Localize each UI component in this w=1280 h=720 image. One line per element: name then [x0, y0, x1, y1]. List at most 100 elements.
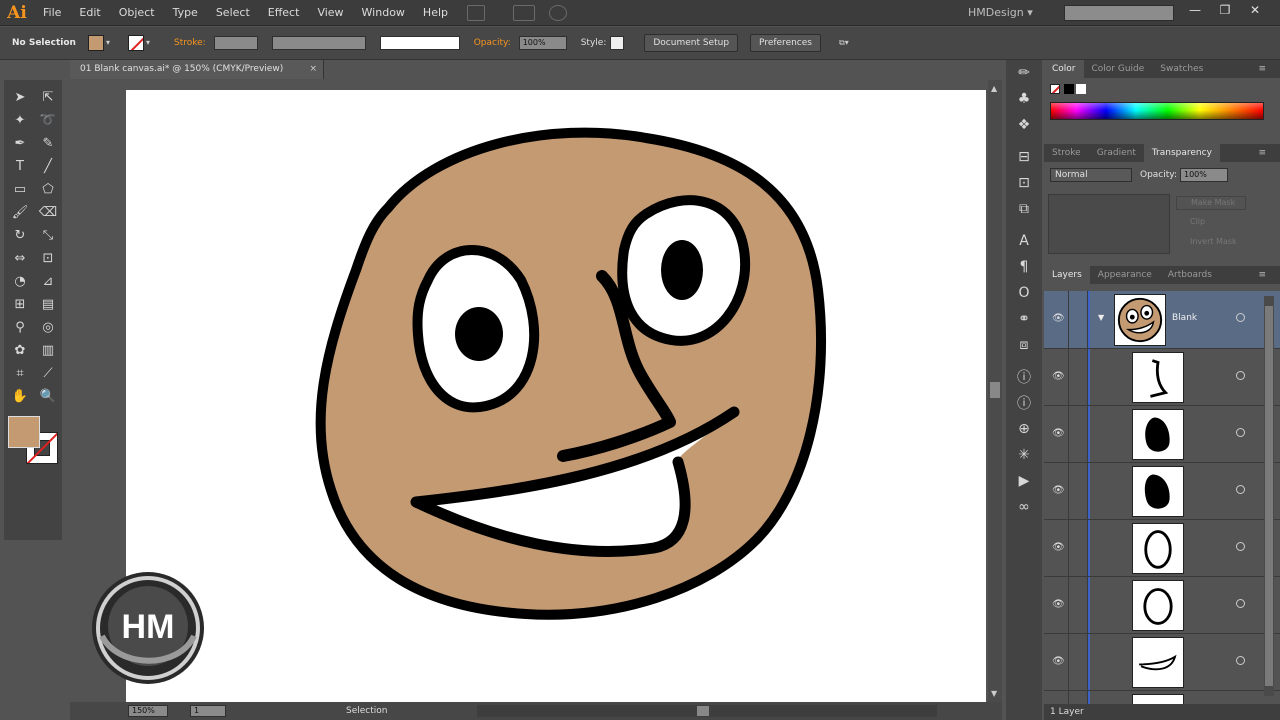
variable-width-field[interactable]: [271, 36, 366, 50]
make-mask-button[interactable]: Make Mask: [1176, 196, 1246, 210]
layer-row-blank[interactable]: 👁 ▼ Blank: [1044, 291, 1280, 349]
expand-triangle-icon[interactable]: ▼: [1098, 313, 1104, 322]
panel-menu-icon[interactable]: ≡: [1250, 60, 1274, 78]
lock-column[interactable]: [1068, 691, 1088, 705]
brush-definition-field[interactable]: [379, 36, 460, 50]
menu-file[interactable]: File: [34, 0, 70, 26]
perspective-icon[interactable]: ⊿: [34, 270, 62, 293]
target-circle-icon[interactable]: [1236, 656, 1245, 665]
tab-color-guide[interactable]: Color Guide: [1084, 60, 1153, 78]
line-icon[interactable]: ╱: [34, 155, 62, 178]
menu-object[interactable]: Object: [110, 0, 164, 26]
scale-icon[interactable]: ⤡: [34, 224, 62, 247]
layers-scroll-thumb[interactable]: [1265, 306, 1273, 686]
graphic-style-swatch[interactable]: [610, 36, 625, 50]
scroll-down-icon[interactable]: ▼: [991, 689, 997, 698]
target-circle-icon[interactable]: [1236, 371, 1245, 380]
arrange-documents-icon[interactable]: [513, 4, 535, 21]
tab-swatches[interactable]: Swatches: [1152, 60, 1211, 78]
image-trace-icon[interactable]: ⧈: [1006, 332, 1042, 358]
blend-mode-select[interactable]: Normal: [1050, 168, 1132, 182]
visibility-eye-icon[interactable]: 👁: [1052, 485, 1065, 496]
none-swatch[interactable]: [1050, 84, 1060, 94]
opacity-field[interactable]: 100%: [518, 36, 567, 50]
document-info-icon[interactable]: ⓘ: [1006, 390, 1042, 416]
help-search-input[interactable]: [1064, 5, 1174, 21]
visibility-eye-icon[interactable]: 👁: [1052, 656, 1065, 667]
gradient-icon[interactable]: ▤: [34, 293, 62, 316]
lock-column[interactable]: [1068, 520, 1088, 576]
graphic-styles-icon[interactable]: ❖: [1006, 112, 1042, 138]
links-icon[interactable]: ⚭: [1006, 306, 1042, 332]
links-chain-icon[interactable]: ∞: [1006, 494, 1042, 520]
visibility-eye-icon[interactable]: 👁: [1052, 371, 1065, 382]
graph-icon[interactable]: ▥: [34, 339, 62, 362]
tab-appearance[interactable]: Appearance: [1090, 266, 1160, 284]
canvas-horizontal-scrollbar[interactable]: [477, 705, 938, 717]
lock-column[interactable]: [1068, 406, 1088, 462]
visibility-eye-icon[interactable]: 👁: [1052, 542, 1065, 553]
brushes-icon[interactable]: ✏: [1006, 60, 1042, 86]
menu-view[interactable]: View: [308, 0, 352, 26]
panel-menu-icon[interactable]: ≡: [1250, 144, 1274, 162]
lock-column[interactable]: [1068, 349, 1088, 405]
visibility-eye-icon[interactable]: 👁: [1052, 599, 1065, 610]
width-icon[interactable]: ⇔: [6, 247, 34, 270]
close-tab-icon[interactable]: ×: [309, 60, 317, 79]
fill-dropdown-icon[interactable]: ▾: [106, 35, 114, 51]
color-spectrum[interactable]: [1050, 102, 1264, 120]
menu-help[interactable]: Help: [414, 0, 457, 26]
workspace-switcher[interactable]: HMDesign ▾: [968, 0, 1033, 26]
menu-window[interactable]: Window: [353, 0, 414, 26]
transform-icon[interactable]: ⊡: [1006, 170, 1042, 196]
opacity-field[interactable]: 100%: [1180, 168, 1228, 182]
eraser-icon[interactable]: ⌫: [34, 201, 62, 224]
target-circle-icon[interactable]: [1236, 428, 1245, 437]
target-circle-icon[interactable]: [1236, 313, 1245, 322]
fill-color-box[interactable]: [8, 416, 40, 448]
artboard-navigator[interactable]: 1: [190, 705, 226, 717]
layer-name[interactable]: Blank: [1172, 313, 1197, 323]
opacity-label[interactable]: Opacity:: [474, 38, 511, 48]
close-window-button[interactable]: ✕: [1240, 0, 1270, 22]
target-circle-icon[interactable]: [1236, 599, 1245, 608]
menu-select[interactable]: Select: [207, 0, 259, 26]
layers-scrollbar[interactable]: [1264, 296, 1274, 696]
left-pupil[interactable]: [455, 307, 503, 361]
black-swatch[interactable]: [1064, 84, 1074, 94]
stroke-label[interactable]: Stroke:: [174, 38, 206, 48]
panel-menu-icon[interactable]: ≡: [1250, 266, 1274, 284]
artboard[interactable]: [126, 90, 986, 702]
sublayer-row[interactable]: 👁: [1044, 349, 1280, 406]
direct-selection-icon[interactable]: ⇱: [34, 86, 62, 109]
actions-icon[interactable]: ▶: [1006, 468, 1042, 494]
lock-column[interactable]: [1068, 577, 1088, 633]
shape-builder-icon[interactable]: ◔: [6, 270, 34, 293]
hand-icon[interactable]: ✋: [6, 385, 34, 408]
attributes-icon[interactable]: ✳: [1006, 442, 1042, 468]
info-icon[interactable]: ⓘ: [1006, 364, 1042, 390]
tab-layers[interactable]: Layers: [1044, 266, 1090, 284]
rotate-icon[interactable]: ↻: [6, 224, 34, 247]
selection-icon[interactable]: ➤: [6, 86, 34, 109]
navigator-icon[interactable]: ⊕: [1006, 416, 1042, 442]
tab-transparency[interactable]: Transparency: [1143, 144, 1220, 162]
menu-effect[interactable]: Effect: [259, 0, 309, 26]
mesh-icon[interactable]: ⊞: [6, 293, 34, 316]
sublayer-row[interactable]: 👁: [1044, 406, 1280, 463]
pathfinder-icon[interactable]: ⧉: [1006, 196, 1042, 222]
tab-stroke[interactable]: Stroke: [1044, 144, 1089, 162]
document-setup-button[interactable]: Document Setup: [644, 34, 739, 52]
tab-gradient[interactable]: Gradient: [1089, 144, 1144, 162]
type-icon[interactable]: T: [6, 155, 34, 178]
pen-icon[interactable]: ✒: [6, 132, 34, 155]
stroke-swatch[interactable]: [128, 35, 144, 51]
minimize-button[interactable]: —: [1180, 0, 1210, 22]
target-circle-icon[interactable]: [1236, 542, 1245, 551]
magic-wand-icon[interactable]: ✦: [6, 109, 34, 132]
sublayer-row[interactable]: 👁: [1044, 634, 1280, 691]
tab-artboards[interactable]: Artboards: [1160, 266, 1220, 284]
zoom-field[interactable]: 150%: [128, 705, 168, 717]
lock-column[interactable]: [1068, 634, 1088, 690]
character-icon[interactable]: A: [1006, 228, 1042, 254]
